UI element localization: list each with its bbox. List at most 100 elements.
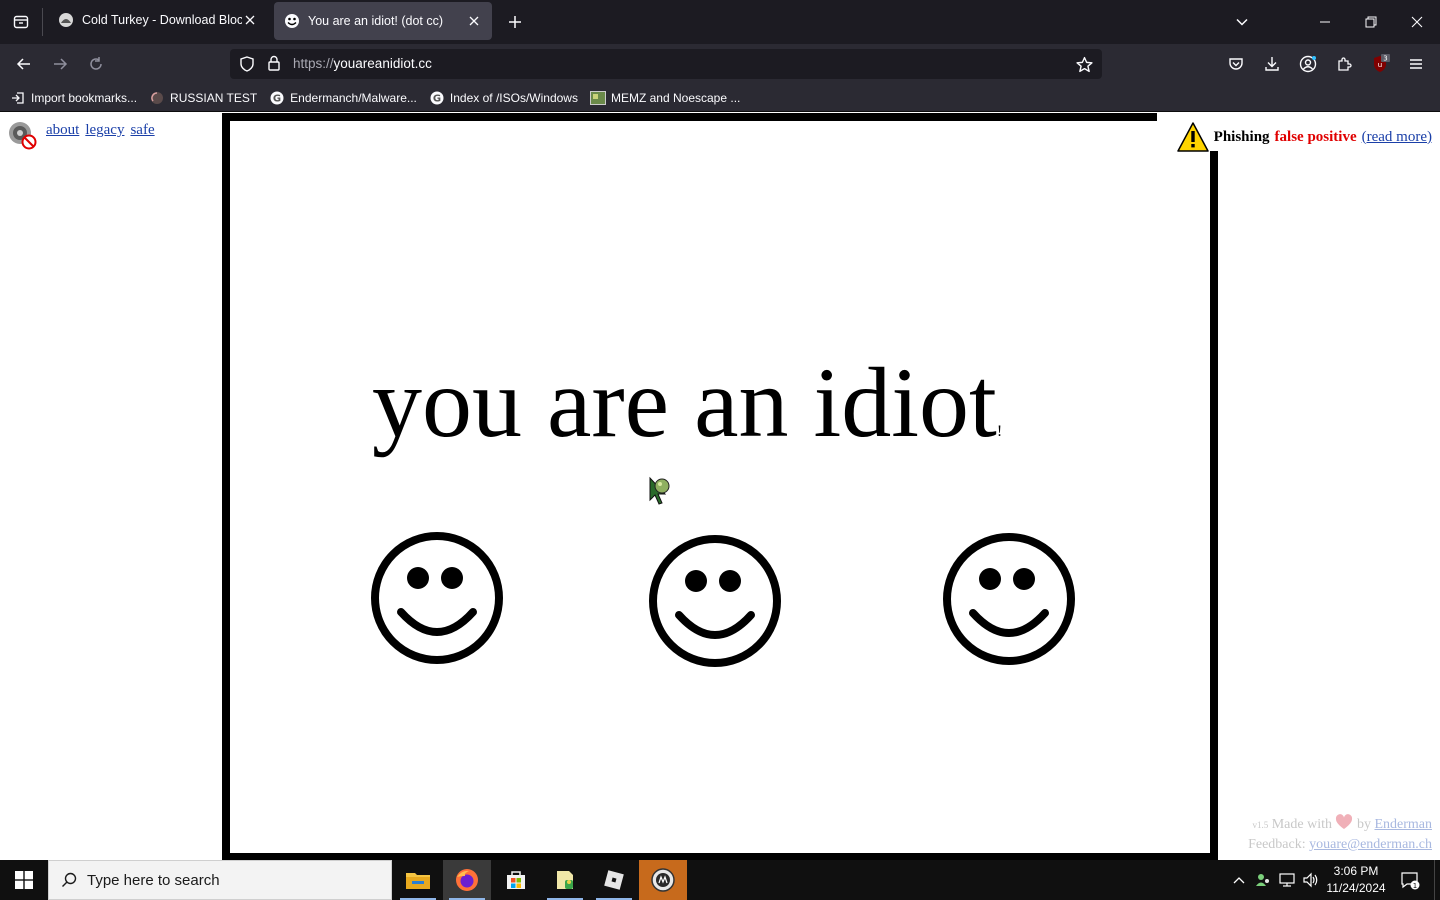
navigation-toolbar: https://youareanidiot.cc u3 bbox=[0, 44, 1440, 84]
windows-logo-icon bbox=[15, 871, 33, 889]
false-positive-label: false positive bbox=[1274, 128, 1357, 145]
cold-turkey-icon bbox=[651, 868, 675, 892]
lock-icon[interactable] bbox=[267, 55, 281, 75]
bookmark-label: MEMZ and Noescape ... bbox=[610, 90, 741, 105]
address-bar[interactable]: https://youareanidiot.cc bbox=[230, 49, 1102, 79]
restore-icon[interactable] bbox=[1357, 8, 1385, 36]
version-label: v1.5 bbox=[1252, 820, 1269, 830]
file-explorer-icon bbox=[406, 873, 430, 889]
bookmark-label: RUSSIAN TEST bbox=[170, 90, 258, 105]
cold-turkey-app[interactable] bbox=[639, 860, 687, 900]
clock-time: 3:06 PM bbox=[1333, 864, 1379, 878]
bookmark-star-icon[interactable] bbox=[1076, 56, 1093, 77]
network-icon[interactable] bbox=[1276, 860, 1298, 900]
notification-count: 1 bbox=[1413, 882, 1417, 890]
close-window-icon[interactable] bbox=[1403, 8, 1431, 36]
heart-icon bbox=[1336, 814, 1353, 829]
file-explorer-app[interactable] bbox=[394, 860, 442, 900]
headline-text: you are an idiot bbox=[372, 347, 997, 458]
action-center-icon[interactable]: 1 bbox=[1396, 860, 1424, 900]
people-tray-icon[interactable] bbox=[1252, 860, 1274, 900]
safe-link[interactable]: safe bbox=[130, 119, 154, 141]
bookmark-label: Endermanch/Malware... bbox=[290, 90, 417, 105]
legacy-link[interactable]: legacy bbox=[85, 119, 124, 141]
google-icon: G bbox=[429, 90, 445, 106]
smiley-face-icon bbox=[943, 533, 1075, 665]
notes-app[interactable] bbox=[541, 860, 589, 900]
svg-text:u: u bbox=[1378, 61, 1382, 69]
close-tab-icon[interactable] bbox=[242, 12, 258, 28]
svg-text:G: G bbox=[433, 93, 441, 104]
firefox-icon bbox=[456, 869, 478, 891]
tab-you-are-an-idiot[interactable]: You are an idiot! (dot cc) bbox=[274, 2, 492, 40]
minimize-icon[interactable] bbox=[1311, 8, 1339, 36]
notepad-icon bbox=[557, 871, 573, 889]
smiley-face-icon bbox=[371, 532, 503, 664]
system-clock[interactable]: 3:06 PM 11/24/2024 bbox=[1318, 863, 1394, 897]
roblox-app[interactable] bbox=[590, 860, 638, 900]
show-desktop-button[interactable] bbox=[1434, 860, 1440, 900]
tab-title: You are an idiot! (dot cc) bbox=[308, 14, 444, 28]
bookmark-import[interactable]: Import bookmarks... bbox=[10, 90, 137, 106]
ublock-origin-icon[interactable]: u3 bbox=[1366, 50, 1394, 78]
smiley-favicon-icon bbox=[285, 14, 299, 28]
feedback-email-link[interactable]: youare@enderman.ch bbox=[1309, 837, 1432, 852]
made-with-label: Made with bbox=[1271, 817, 1332, 832]
import-icon bbox=[10, 90, 26, 106]
bookmarks-toolbar: Import bookmarks... RUSSIAN TEST G Ender… bbox=[0, 84, 1440, 112]
footer-credits: v1.5 Made with by Enderman bbox=[1248, 814, 1432, 835]
forward-arrow-icon[interactable] bbox=[46, 50, 74, 78]
roblox-icon bbox=[604, 870, 624, 890]
start-button[interactable] bbox=[0, 860, 48, 900]
tracking-protection-shield-icon[interactable] bbox=[239, 56, 255, 76]
pocket-icon[interactable] bbox=[1222, 50, 1250, 78]
extensions-puzzle-icon[interactable] bbox=[1330, 50, 1358, 78]
footer-feedback: Feedback: youare@enderman.ch bbox=[1248, 835, 1432, 854]
window-border-bottom bbox=[222, 853, 1218, 860]
window-border-top bbox=[222, 113, 1157, 121]
url-text[interactable]: https://youareanidiot.cc bbox=[293, 56, 432, 71]
tab-cold-turkey[interactable]: Cold Turkey - Download Blocke bbox=[48, 0, 268, 40]
animated-cursor-icon bbox=[649, 476, 670, 505]
microsoft-store-icon bbox=[507, 871, 525, 889]
show-hidden-icons-chevron-up-icon[interactable] bbox=[1228, 860, 1250, 900]
bookmark-endermanch-malware[interactable]: G Endermanch/Malware... bbox=[269, 90, 417, 106]
phishing-label: Phishing bbox=[1213, 128, 1270, 145]
top-left-nav: about legacy safe bbox=[6, 119, 161, 151]
headline-suffix: ! bbox=[996, 423, 1003, 440]
window-border-left bbox=[222, 113, 230, 860]
taskbar-search-box[interactable]: Type here to search bbox=[48, 860, 392, 900]
bookmark-memz[interactable]: MEMZ and Noescape ... bbox=[589, 90, 741, 106]
smiley-face-icon bbox=[649, 535, 781, 667]
bookmark-index-isos[interactable]: G Index of /ISOs/Windows bbox=[429, 90, 578, 106]
you-are-an-idiot-headline: you are an idiot! bbox=[372, 353, 1002, 453]
clock-date: 11/24/2024 bbox=[1326, 881, 1386, 895]
window-border-right bbox=[1210, 151, 1218, 860]
firefox-app[interactable] bbox=[443, 860, 491, 900]
bookmark-label: Index of /ISOs/Windows bbox=[449, 90, 578, 105]
windows-taskbar: Type here to search 3:06 PM 11/24/2024 1 bbox=[0, 860, 1440, 900]
image-icon bbox=[589, 90, 606, 106]
back-arrow-icon[interactable] bbox=[10, 50, 38, 78]
search-placeholder: Type here to search bbox=[87, 871, 220, 889]
tab-title: Cold Turkey - Download Blocke bbox=[82, 13, 242, 27]
account-icon[interactable] bbox=[1294, 50, 1322, 78]
reload-icon[interactable] bbox=[82, 50, 110, 78]
close-tab-icon[interactable] bbox=[466, 13, 482, 29]
idiot-popup-window: you are an idiot! bbox=[222, 113, 1219, 860]
list-all-tabs-chevron-down-icon[interactable] bbox=[1227, 7, 1257, 37]
author-link[interactable]: Enderman bbox=[1374, 817, 1432, 832]
url-protocol: https:// bbox=[293, 56, 334, 71]
about-link[interactable]: about bbox=[46, 119, 79, 141]
downloads-icon[interactable] bbox=[1258, 50, 1286, 78]
cold-turkey-icon bbox=[59, 13, 73, 27]
firefox-view-icon[interactable] bbox=[6, 7, 36, 37]
hamburger-menu-icon[interactable] bbox=[1402, 50, 1430, 78]
microsoft-store-app[interactable] bbox=[492, 860, 540, 900]
site-logo-icon bbox=[9, 122, 37, 150]
new-tab-plus-icon[interactable] bbox=[500, 7, 530, 37]
bookmark-russian-test[interactable]: RUSSIAN TEST bbox=[149, 90, 257, 106]
by-label: by bbox=[1356, 817, 1371, 832]
read-more-link[interactable]: (read more) bbox=[1362, 129, 1432, 146]
svg-text:G: G bbox=[273, 93, 281, 104]
